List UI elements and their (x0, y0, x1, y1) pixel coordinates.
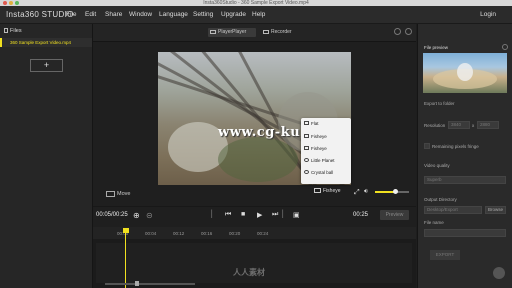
view-mode-menu: Flat Fisheye Fisheye Little Planet Cryst… (301, 118, 351, 184)
view-mode-label: Fisheye (323, 188, 341, 194)
fisheye-icon (304, 146, 309, 150)
zoom-knob[interactable] (134, 281, 139, 286)
login-button[interactable]: Login (480, 11, 496, 18)
tick-label: 00:04 (145, 231, 157, 236)
view-flat[interactable]: Flat (311, 121, 319, 126)
tab-recorder-label: Recorder (271, 29, 292, 35)
volume-slider[interactable] (375, 189, 409, 194)
resolution-width[interactable]: 3840 (448, 121, 470, 129)
menu-file[interactable]: File (66, 11, 76, 18)
tick-label: 00:20 (229, 231, 241, 236)
player-area: PlayerPlayer Recorder www.cg-ku.com Flat… (93, 24, 416, 288)
close-icon[interactable] (502, 44, 508, 50)
view-fisheye-2[interactable]: Fisheye (311, 146, 327, 151)
menu-upgrade[interactable]: Upgrade (221, 11, 246, 18)
fullscreen-icon[interactable]: ⤢ (354, 189, 360, 197)
files-panel: Files 360 Sample Export Video.mp4 + (0, 24, 93, 288)
file-name[interactable]: 360 Sample Export Video.mp4 (10, 40, 71, 45)
view-fisheye-1[interactable]: Fisheye (311, 134, 327, 139)
tab-player-label: PlayerPlayer (218, 29, 247, 35)
move-toggle[interactable]: Move (106, 191, 131, 197)
playback-controls: 00:05/00:25 ⊕ ⊝ │ ⏮︎ ■ ▶︎ ⏭︎ │ ▣ 00:25 P… (93, 206, 416, 225)
filename-field[interactable] (424, 229, 506, 237)
thumbnail-tower (457, 63, 473, 81)
add-icon[interactable]: ⊕ (133, 211, 140, 220)
volume-fill (375, 191, 396, 193)
menu-language[interactable]: Language (159, 11, 188, 18)
quality-label: Video quality (424, 163, 450, 168)
trim-start-icon[interactable]: │ (210, 211, 214, 218)
crystal-ball-icon (304, 170, 309, 174)
filename-label: File name (424, 220, 444, 225)
menu-bar: Insta360 STUDIO File Edit Share Window L… (0, 6, 512, 24)
timeline-zoom-slider[interactable] (105, 281, 195, 286)
menu-window[interactable]: Window (129, 11, 152, 18)
view-crystal-ball[interactable]: Crystal ball (311, 170, 333, 175)
timeline[interactable]: 00:00 00:04 00:12 00:16 00:20 00:24 人人素材 (93, 227, 416, 288)
volume-icon[interactable]: 🔉︎ (364, 188, 368, 196)
menu-edit[interactable]: Edit (85, 11, 96, 18)
browse-button[interactable]: Browse (485, 206, 506, 214)
timeline-ruler: 00:00 00:04 00:12 00:16 00:20 00:24 (93, 227, 416, 239)
volume-knob[interactable] (393, 189, 399, 194)
view-little-planet[interactable]: Little Planet (311, 158, 335, 163)
tick-label: 00:24 (257, 231, 269, 236)
preview-button[interactable]: Preview (380, 210, 409, 220)
recorder-icon (263, 30, 269, 34)
resolution-height[interactable]: 2880 (477, 121, 499, 129)
end-time: 00:25 (353, 212, 369, 218)
fringe-label: Remaining pixels fringe (432, 144, 479, 149)
resolution-times: x (472, 123, 475, 128)
playhead[interactable] (125, 231, 126, 288)
next-icon[interactable]: ⏭︎ (272, 211, 278, 219)
timeline-watermark: 人人素材 (233, 268, 265, 277)
menu-setting[interactable]: Setting (193, 11, 213, 18)
minimize-window-icon[interactable] (9, 1, 13, 5)
move-label: Move (117, 191, 131, 197)
close-window-icon[interactable] (3, 1, 7, 5)
resolution-label: Resolution (424, 123, 446, 128)
menu-share[interactable]: Share (105, 11, 122, 18)
rotate-icon[interactable] (394, 28, 401, 35)
flat-icon (304, 121, 309, 125)
little-planet-icon (304, 158, 309, 162)
settings-icon[interactable] (405, 28, 412, 35)
current-time: 00:05/00:25 (96, 212, 128, 218)
record-icon[interactable] (493, 267, 505, 279)
export-button[interactable]: EXPORT (430, 250, 460, 260)
view-mode-selector[interactable]: Fisheye (314, 188, 341, 194)
fisheye-icon (304, 134, 309, 138)
tab-player[interactable]: PlayerPlayer (208, 28, 256, 37)
remove-icon[interactable]: ⊝ (146, 211, 153, 220)
tick-label: 00:12 (173, 231, 185, 236)
tick-label: 00:16 (201, 231, 213, 236)
mode-tabs: PlayerPlayer Recorder (93, 24, 416, 42)
player-icon (210, 30, 216, 34)
playhead-handle[interactable] (123, 228, 129, 233)
foliage-blur (218, 137, 298, 182)
maximize-window-icon[interactable] (15, 1, 19, 5)
previous-icon[interactable]: ⏮︎ (225, 211, 231, 219)
selected-indicator (0, 38, 2, 47)
snapshot-icon[interactable]: ▣ (293, 211, 300, 219)
tab-recorder[interactable]: Recorder (261, 28, 303, 37)
move-icon (106, 191, 115, 197)
play-icon[interactable]: ▶︎ (257, 211, 262, 219)
file-preview-title: File preview (424, 45, 449, 50)
stop-icon[interactable]: ■ (241, 211, 245, 218)
output-label: Output Directory (424, 197, 457, 202)
add-file-button[interactable]: + (30, 59, 63, 72)
trim-end-icon[interactable]: │ (281, 211, 285, 218)
files-icon (4, 28, 8, 33)
quality-select[interactable]: Superb (424, 176, 506, 184)
files-title: Files (10, 28, 22, 34)
export-title: Export to folder (424, 101, 455, 106)
export-panel: File preview Export to folder Resolution… (417, 24, 512, 288)
app-name: Insta360 STUDIO (6, 10, 74, 19)
preview-thumbnail (423, 53, 507, 93)
view-mode-icon (314, 188, 321, 193)
output-directory-field[interactable]: Desktop/Export (424, 206, 482, 214)
menu-help[interactable]: Help (252, 11, 265, 18)
fringe-checkbox[interactable] (424, 143, 430, 149)
